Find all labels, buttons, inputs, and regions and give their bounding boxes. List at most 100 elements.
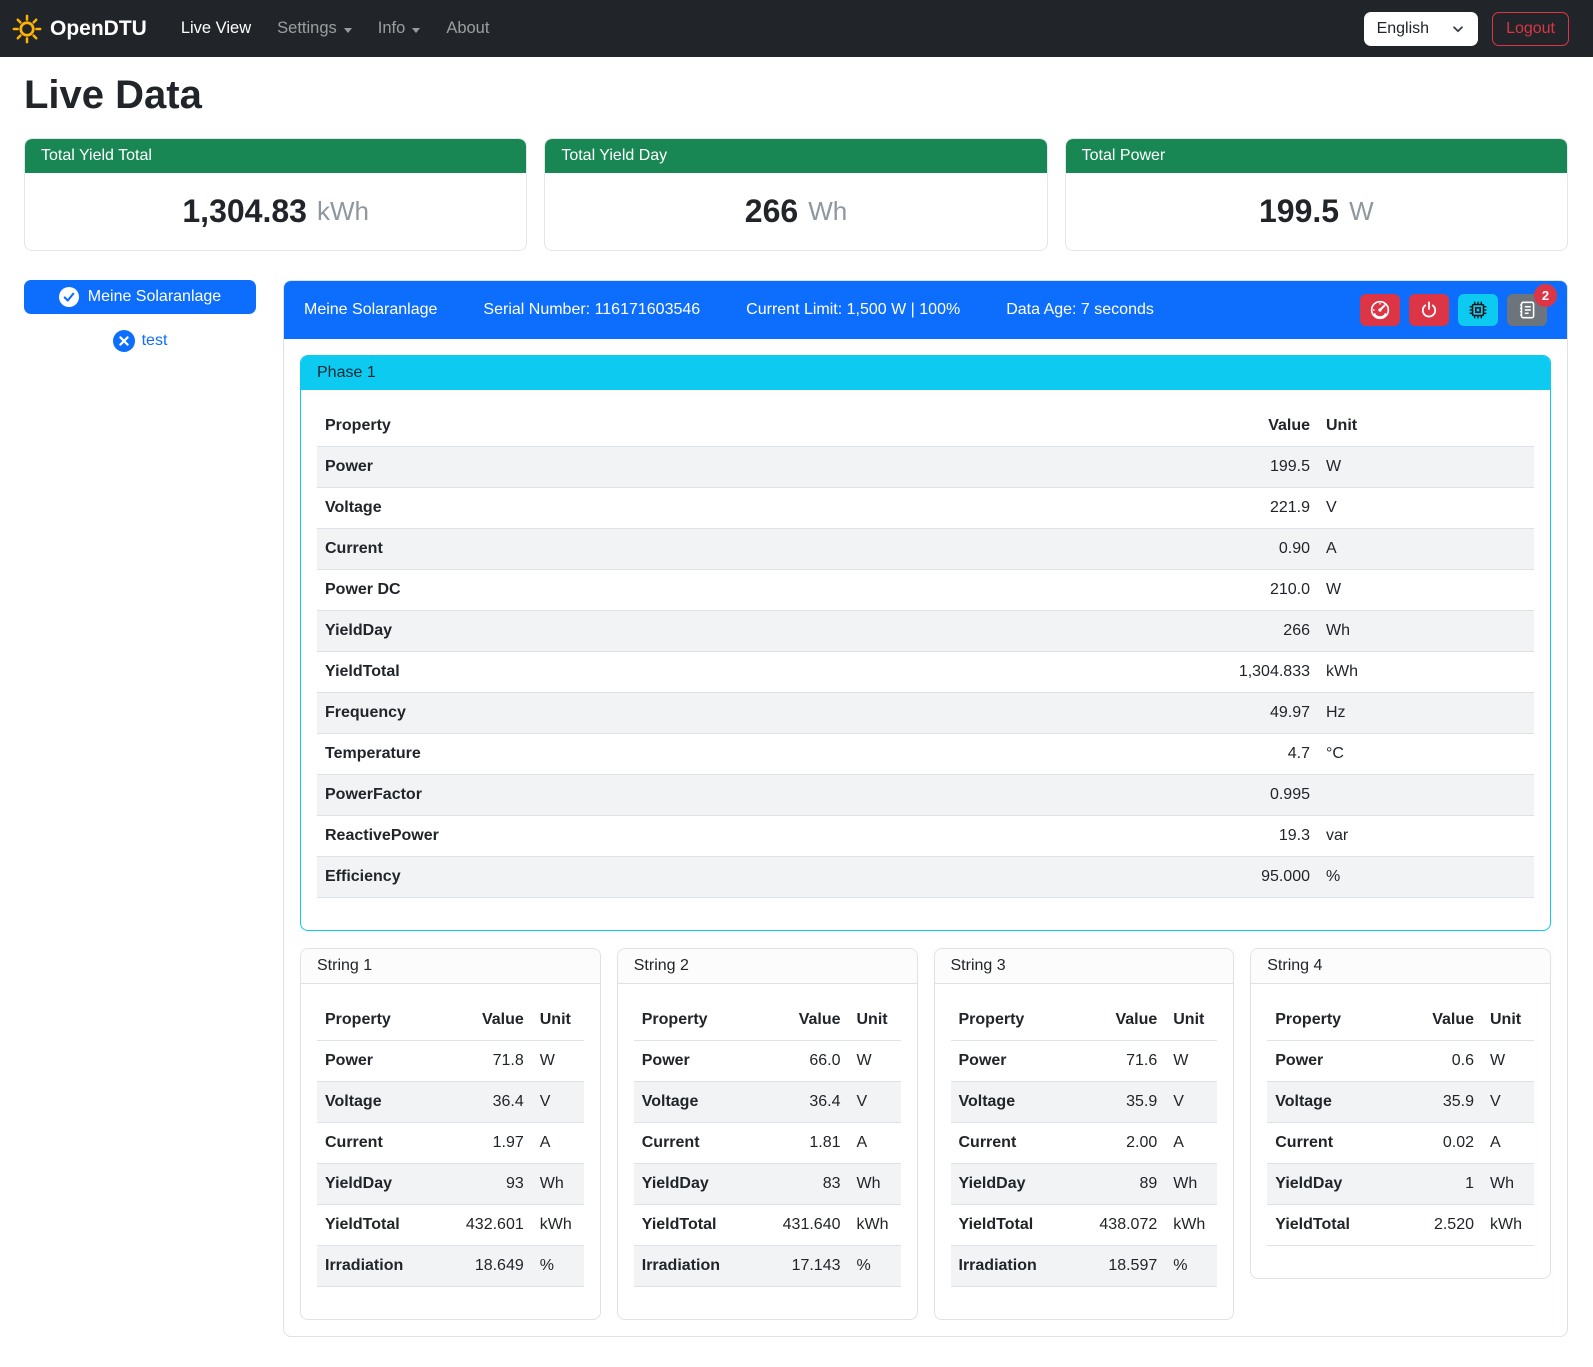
brand[interactable]: OpenDTU — [12, 14, 147, 44]
phase-1-panel: Phase 1 PropertyValueUnitPower199.5WVolt… — [300, 355, 1551, 931]
unit-cell: kWh — [1318, 652, 1534, 693]
value-cell: 18.597 — [1073, 1246, 1165, 1287]
unit-cell: V — [1165, 1082, 1217, 1123]
table-header-row: PropertyValueUnit — [1267, 1000, 1534, 1041]
inverter-select-button-test[interactable]: test — [24, 329, 256, 353]
chevron-down-icon — [1451, 22, 1465, 36]
unit-cell: Wh — [1165, 1164, 1217, 1205]
unit-cell: W — [1318, 447, 1534, 488]
unit-cell: A — [849, 1123, 901, 1164]
card-title: Total Yield Day — [545, 139, 1046, 173]
table-row: Current2.00A — [951, 1123, 1218, 1164]
property-cell: Power DC — [317, 570, 1178, 611]
string-1-panel: String 1 PropertyValueUnitPower71.8WVolt… — [300, 948, 601, 1320]
property-cell: Power — [634, 1041, 757, 1082]
speedometer-icon — [1369, 299, 1391, 321]
event-log-button[interactable]: 2 — [1507, 294, 1547, 326]
column-header: Property — [1267, 1000, 1390, 1041]
unit-cell: A — [1165, 1123, 1217, 1164]
unit-cell: W — [849, 1041, 901, 1082]
table-row: YieldTotal431.640kWh — [634, 1205, 901, 1246]
page-container: Live Data Total Yield Total 1,304.83 kWh… — [0, 73, 1593, 1367]
table-header-row: PropertyValueUnit — [634, 1000, 901, 1041]
property-cell: Irradiation — [951, 1246, 1074, 1287]
value-cell: 17.143 — [757, 1246, 849, 1287]
unit-cell: A — [1318, 529, 1534, 570]
property-cell: Power — [317, 447, 1178, 488]
value-cell: 438.072 — [1073, 1205, 1165, 1246]
column-header: Unit — [1482, 1000, 1534, 1041]
power-button[interactable] — [1409, 294, 1449, 326]
unit-cell: Hz — [1318, 693, 1534, 734]
card-total-yield-total: Total Yield Total 1,304.83 kWh — [24, 138, 527, 251]
value-cell: 2.00 — [1073, 1123, 1165, 1164]
property-cell: YieldTotal — [317, 1205, 440, 1246]
value-cell: 36.4 — [440, 1082, 532, 1123]
caret-down-icon — [344, 28, 352, 33]
event-count-badge: 2 — [1534, 284, 1557, 307]
string-2-table: PropertyValueUnitPower66.0WVoltage36.4VC… — [634, 1000, 901, 1287]
value-cell: 199.5 — [1178, 447, 1318, 488]
property-cell: Current — [951, 1123, 1074, 1164]
nav-item-label: Live View — [181, 19, 251, 38]
unit-cell: W — [1482, 1041, 1534, 1082]
table-row: YieldDay266Wh — [317, 611, 1534, 652]
table-row: Current0.90A — [317, 529, 1534, 570]
string-2-title: String 2 — [618, 949, 917, 984]
nav-item-live-view[interactable]: Live View — [173, 11, 259, 46]
unit-cell: W — [1165, 1041, 1217, 1082]
table-row: Irradiation18.649% — [317, 1246, 584, 1287]
value-cell: 266 — [1178, 611, 1318, 652]
inverter-select-label: Meine Solaranlage — [88, 288, 221, 306]
unit-cell: % — [532, 1246, 584, 1287]
unit-cell: Wh — [532, 1164, 584, 1205]
property-cell: Power — [317, 1041, 440, 1082]
table-row: Voltage36.4V — [634, 1082, 901, 1123]
column-header: Property — [634, 1000, 757, 1041]
value-cell: 1,304.833 — [1178, 652, 1318, 693]
logout-button[interactable]: Logout — [1492, 12, 1569, 46]
unit-cell: % — [1165, 1246, 1217, 1287]
unit-cell: A — [532, 1123, 584, 1164]
nav-item-settings[interactable]: Settings — [269, 11, 360, 46]
column-header: Property — [951, 1000, 1074, 1041]
property-cell: Irradiation — [634, 1246, 757, 1287]
value-cell: 35.9 — [1073, 1082, 1165, 1123]
column-header: Value — [440, 1000, 532, 1041]
card-title: Total Yield Total — [25, 139, 526, 173]
value-cell: 0.995 — [1178, 775, 1318, 816]
value-cell: 66.0 — [757, 1041, 849, 1082]
column-header: Unit — [1318, 406, 1534, 447]
unit-cell: kWh — [1482, 1205, 1534, 1246]
table-row: Power71.6W — [951, 1041, 1218, 1082]
nav-item-info[interactable]: Info — [370, 11, 429, 46]
property-cell: YieldDay — [634, 1164, 757, 1205]
navbar-right: English Logout — [1364, 12, 1569, 46]
table-row: ReactivePower19.3var — [317, 816, 1534, 857]
nav-item-about[interactable]: About — [438, 11, 497, 46]
value-cell: 18.649 — [440, 1246, 532, 1287]
table-row: Current1.97A — [317, 1123, 584, 1164]
unit-cell: V — [1482, 1082, 1534, 1123]
value-cell: 1.97 — [440, 1123, 532, 1164]
language-select[interactable]: English — [1364, 12, 1478, 46]
device-info-button[interactable] — [1458, 294, 1498, 326]
value-cell: 0.6 — [1390, 1041, 1482, 1082]
unit-cell: kWh — [532, 1205, 584, 1246]
property-cell: Current — [317, 1123, 440, 1164]
value-cell: 432.601 — [440, 1205, 532, 1246]
value-cell: 71.6 — [1073, 1041, 1165, 1082]
table-header-row: PropertyValueUnit — [317, 406, 1534, 447]
property-cell: Voltage — [317, 488, 1178, 529]
inverter-data-age: Data Age: 7 seconds — [1006, 301, 1154, 319]
value-cell: 431.640 — [757, 1205, 849, 1246]
card-unit: W — [1349, 196, 1374, 227]
property-cell: YieldDay — [1267, 1164, 1390, 1205]
inverter-select-button-meine-solaranlage[interactable]: Meine Solaranlage — [24, 280, 256, 314]
property-cell: PowerFactor — [317, 775, 1178, 816]
column-header: Value — [1178, 406, 1318, 447]
unit-cell: Wh — [1318, 611, 1534, 652]
limit-settings-button[interactable] — [1360, 294, 1400, 326]
navbar: OpenDTU Live View Settings Info About En… — [0, 0, 1593, 57]
card-unit: kWh — [317, 196, 369, 227]
